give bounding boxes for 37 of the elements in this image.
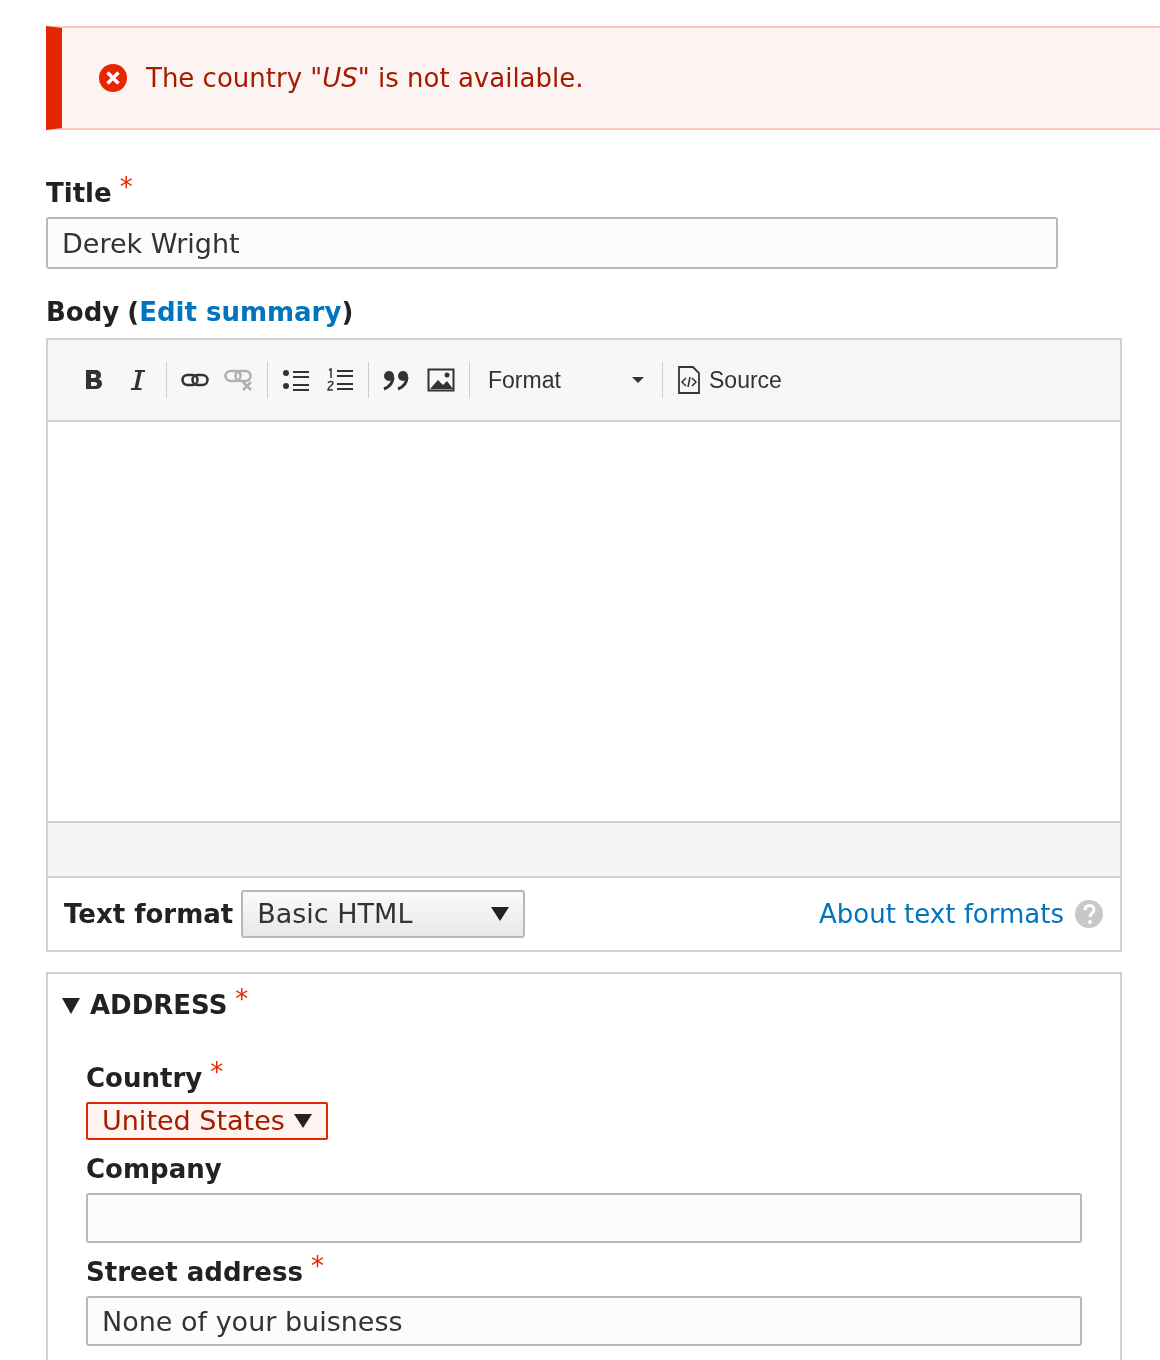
- source-button[interactable]: Source: [669, 360, 790, 400]
- field-label: Title: [46, 177, 112, 210]
- unlink-icon: [224, 369, 254, 391]
- italic-icon: [129, 368, 147, 392]
- field-label: Country: [86, 1062, 203, 1095]
- bulleted-list-icon: [282, 368, 310, 392]
- text-field[interactable]: [86, 1193, 1082, 1243]
- select-field[interactable]: Basic HTML: [241, 890, 526, 938]
- error-icon: [98, 63, 128, 93]
- required-mark: *: [235, 986, 249, 1012]
- expanded-triangle-icon[interactable]: [62, 997, 80, 1014]
- document-icon: [677, 366, 701, 394]
- field-label: Street address: [86, 1256, 303, 1289]
- numbered-list-icon: [326, 367, 354, 393]
- help-icon: [1074, 899, 1104, 929]
- bold-icon: [83, 368, 105, 392]
- required-mark: *: [310, 1253, 324, 1279]
- link-icon: [181, 373, 209, 387]
- title-field[interactable]: Derek Wright: [46, 217, 1058, 269]
- caret-icon: [491, 907, 510, 921]
- parenthesis: (: [127, 296, 140, 329]
- caret-icon: [294, 1114, 312, 1128]
- text-field[interactable]: None of your buisness: [86, 1296, 1082, 1346]
- field-label: Company: [86, 1153, 222, 1186]
- format-dropdown[interactable]: Format: [476, 360, 656, 400]
- edit-summary-link[interactable]: Edit summary: [139, 293, 342, 332]
- required-mark: *: [119, 174, 133, 200]
- parenthesis: ): [341, 296, 354, 329]
- about-text-formats-link[interactable]: About text formats: [819, 894, 1064, 934]
- text-format-label: Text format: [64, 897, 234, 931]
- select-field[interactable]: United States: [86, 1102, 328, 1140]
- section-title[interactable]: ADDRESS: [90, 986, 228, 1025]
- field-label: Body: [46, 296, 120, 329]
- caret-icon: [632, 377, 644, 383]
- required-mark: *: [210, 1059, 224, 1085]
- image-icon: [427, 368, 455, 392]
- message-text: The country "US" is not available.: [146, 61, 584, 95]
